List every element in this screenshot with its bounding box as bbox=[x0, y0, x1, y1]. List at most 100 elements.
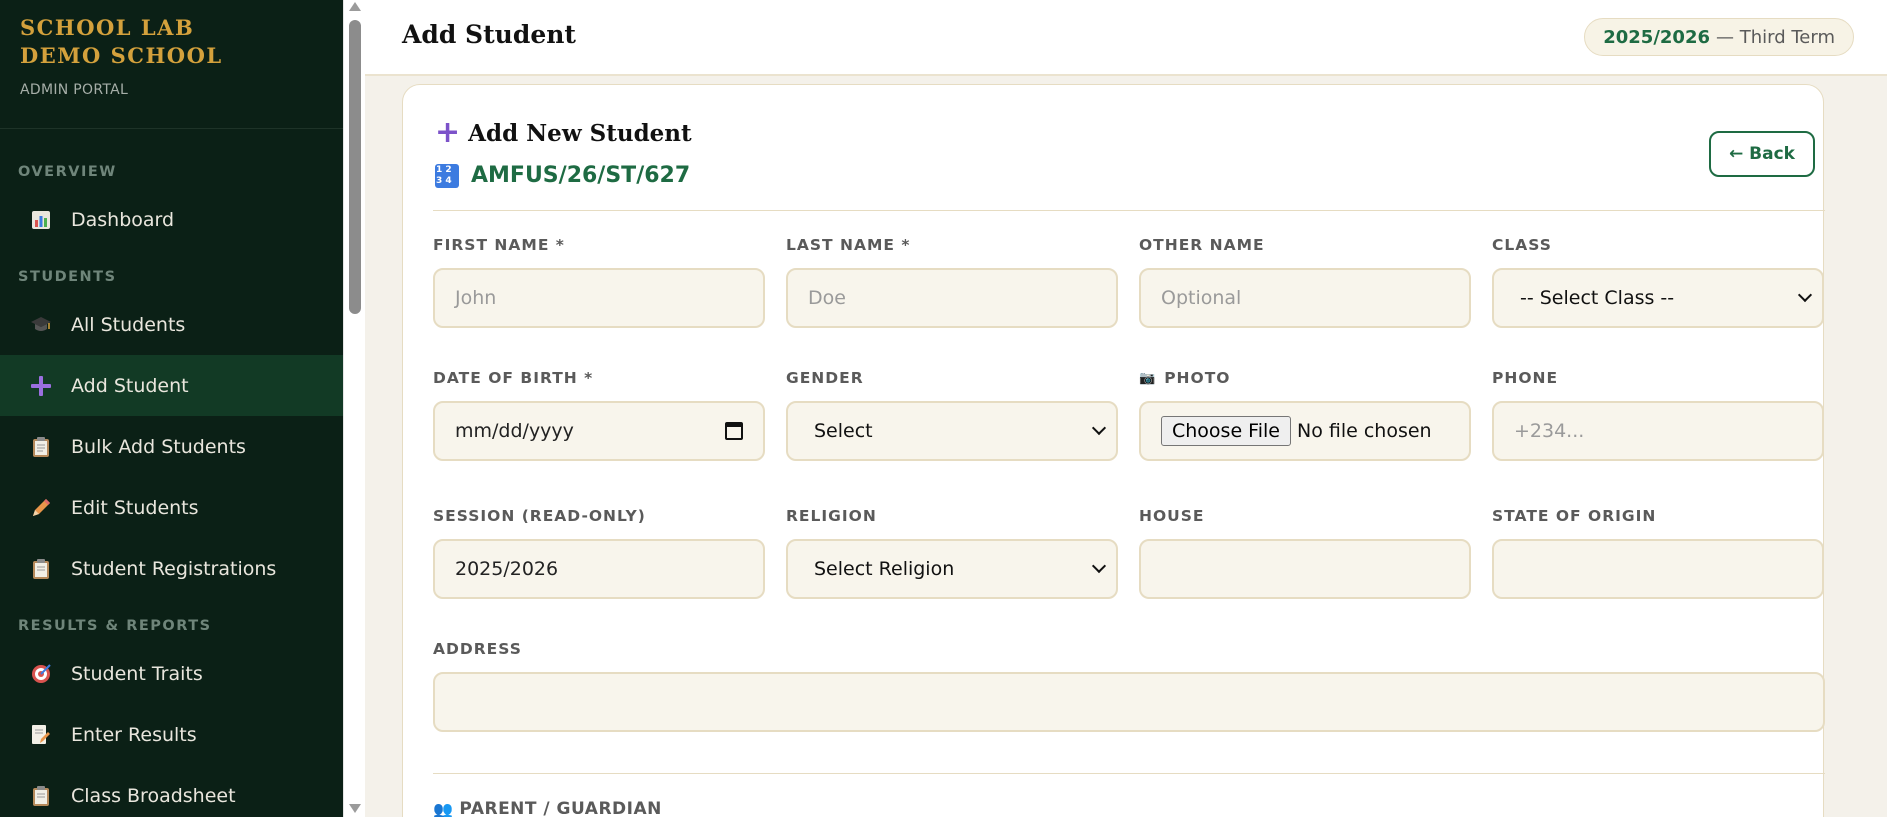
last-name-field: LAST NAME * Doe bbox=[786, 234, 1118, 328]
house-field: HOUSE bbox=[1139, 505, 1471, 599]
field-label: OTHER NAME bbox=[1139, 236, 1265, 254]
sidebar-item-label: Student Registrations bbox=[71, 557, 277, 580]
field-label: STATE OF ORIGIN bbox=[1492, 507, 1657, 525]
class-select[interactable]: -- Select Class -- bbox=[1492, 268, 1824, 328]
field-label: FIRST NAME * bbox=[433, 236, 565, 254]
sidebar-item-bulk-add[interactable]: Bulk Add Students bbox=[0, 416, 343, 477]
first-name-input[interactable]: John bbox=[433, 268, 765, 328]
field-label: RELIGION bbox=[786, 507, 877, 525]
target-icon bbox=[29, 662, 53, 686]
calendar-icon[interactable] bbox=[725, 422, 743, 440]
scroll-up-arrow-icon[interactable] bbox=[349, 2, 361, 11]
dob-input[interactable]: mm/dd/yyyy bbox=[433, 401, 765, 461]
state-of-origin-input[interactable] bbox=[1492, 539, 1824, 599]
nav-section-results: RESULTS & REPORTS bbox=[18, 618, 212, 634]
plus-icon bbox=[29, 374, 53, 398]
term-label: — Third Term bbox=[1716, 26, 1835, 48]
student-id-text: AMFUS/26/ST/627 bbox=[471, 163, 691, 188]
field-label: HOUSE bbox=[1139, 507, 1205, 525]
sidebar-item-label: Enter Results bbox=[71, 723, 197, 746]
camera-icon: 📷 bbox=[1139, 370, 1157, 386]
pencil-icon bbox=[29, 496, 53, 520]
clipboard-icon bbox=[29, 435, 53, 459]
field-label: LAST NAME * bbox=[786, 236, 911, 254]
sidebar-item-registrations[interactable]: Student Registrations bbox=[0, 538, 343, 599]
religion-select[interactable]: Select Religion bbox=[786, 539, 1118, 599]
parent-guardian-heading: 👥 PARENT / GUARDIAN bbox=[433, 799, 662, 817]
field-label: SESSION (READ-ONLY) bbox=[433, 507, 646, 525]
field-label: CLASS bbox=[1492, 236, 1552, 254]
add-student-card: + Add New Student 1 2 3 4 AMFUS/26/ST/62… bbox=[402, 84, 1825, 817]
religion-field: RELIGION Select Religion bbox=[786, 505, 1118, 599]
bar-chart-icon bbox=[29, 208, 53, 232]
other-name-input[interactable]: Optional bbox=[1139, 268, 1471, 328]
gender-field: GENDER Select bbox=[786, 367, 1118, 461]
session-term-badge: 2025/2026 — Third Term bbox=[1584, 18, 1854, 56]
numbers-icon: 1 2 3 4 bbox=[435, 163, 459, 188]
photo-file-input[interactable]: Choose File No file chosen bbox=[1139, 401, 1471, 461]
address-input[interactable] bbox=[433, 672, 1825, 732]
sidebar-item-label: All Students bbox=[71, 313, 186, 336]
clipboard-icon bbox=[29, 557, 53, 581]
first-name-field: FIRST NAME * John bbox=[433, 234, 765, 328]
graduation-cap-icon bbox=[29, 313, 53, 337]
religion-select-value: Select Religion bbox=[814, 558, 955, 580]
field-label: 📷 PHOTO bbox=[1139, 367, 1471, 389]
clipboard-icon bbox=[29, 784, 53, 808]
form-title: + Add New Student bbox=[435, 118, 692, 148]
sidebar-item-add-student[interactable]: Add Student bbox=[0, 355, 343, 416]
nav-section-overview: OVERVIEW bbox=[18, 164, 117, 180]
session-input: 2025/2026 bbox=[433, 539, 765, 599]
chevron-down-icon bbox=[1091, 558, 1107, 574]
sidebar: SCHOOL LAB DEMO SCHOOL ADMIN PORTAL OVER… bbox=[0, 0, 343, 817]
sidebar-item-traits[interactable]: Student Traits bbox=[0, 643, 343, 704]
photo-field: 📷 PHOTO Choose File No file chosen bbox=[1139, 367, 1471, 461]
scroll-thumb[interactable] bbox=[349, 20, 361, 314]
divider bbox=[433, 210, 1825, 211]
photo-label: PHOTO bbox=[1164, 369, 1231, 387]
sidebar-item-broadsheet[interactable]: Class Broadsheet bbox=[0, 765, 343, 817]
address-field: ADDRESS bbox=[433, 638, 1825, 732]
sidebar-item-enter-results[interactable]: Enter Results bbox=[0, 704, 343, 765]
field-label: PHONE bbox=[1492, 369, 1559, 387]
sidebar-item-label: Add Student bbox=[71, 374, 189, 397]
divider bbox=[433, 773, 1825, 774]
file-status: No file chosen bbox=[1296, 420, 1432, 442]
field-label: GENDER bbox=[786, 369, 864, 387]
nav-section-students: STUDENTS bbox=[18, 269, 117, 285]
people-icon: 👥 bbox=[433, 799, 454, 817]
back-button[interactable]: ← Back bbox=[1709, 131, 1815, 177]
gender-select[interactable]: Select bbox=[786, 401, 1118, 461]
chevron-down-icon bbox=[1797, 287, 1813, 303]
last-name-input[interactable]: Doe bbox=[786, 268, 1118, 328]
phone-field: PHONE +234... bbox=[1492, 367, 1824, 461]
choose-file-button[interactable]: Choose File bbox=[1161, 416, 1291, 446]
page-title: Add Student bbox=[402, 20, 576, 49]
student-id: 1 2 3 4 AMFUS/26/ST/627 bbox=[435, 163, 690, 188]
class-select-value: -- Select Class -- bbox=[1520, 287, 1675, 309]
sidebar-item-dashboard[interactable]: Dashboard bbox=[0, 189, 343, 250]
form-title-text: Add New Student bbox=[468, 119, 692, 147]
brand-name-line1: SCHOOL LAB bbox=[20, 15, 195, 40]
brand: SCHOOL LAB DEMO SCHOOL ADMIN PORTAL bbox=[0, 0, 343, 129]
house-input[interactable] bbox=[1139, 539, 1471, 599]
sidebar-item-label: Dashboard bbox=[71, 208, 175, 231]
plus-icon: + bbox=[435, 115, 461, 150]
phone-input[interactable]: +234... bbox=[1492, 401, 1824, 461]
sidebar-item-edit-students[interactable]: Edit Students bbox=[0, 477, 343, 538]
brand-name-line2: DEMO SCHOOL bbox=[20, 43, 223, 68]
session-year: 2025/2026 bbox=[1603, 26, 1710, 48]
sidebar-item-label: Class Broadsheet bbox=[71, 784, 236, 807]
brand-subtitle: ADMIN PORTAL bbox=[20, 82, 129, 98]
vertical-scrollbar[interactable] bbox=[343, 0, 365, 817]
sidebar-item-label: Bulk Add Students bbox=[71, 435, 246, 458]
field-label: ADDRESS bbox=[433, 640, 522, 658]
document-pencil-icon bbox=[29, 723, 53, 747]
class-field: CLASS -- Select Class -- bbox=[1492, 234, 1824, 328]
scroll-down-arrow-icon[interactable] bbox=[349, 804, 361, 813]
state-of-origin-field: STATE OF ORIGIN bbox=[1492, 505, 1824, 599]
parent-guardian-label: PARENT / GUARDIAN bbox=[459, 799, 662, 817]
sidebar-item-label: Edit Students bbox=[71, 496, 199, 519]
field-label: DATE OF BIRTH * bbox=[433, 369, 594, 387]
sidebar-item-all-students[interactable]: All Students bbox=[0, 294, 343, 355]
